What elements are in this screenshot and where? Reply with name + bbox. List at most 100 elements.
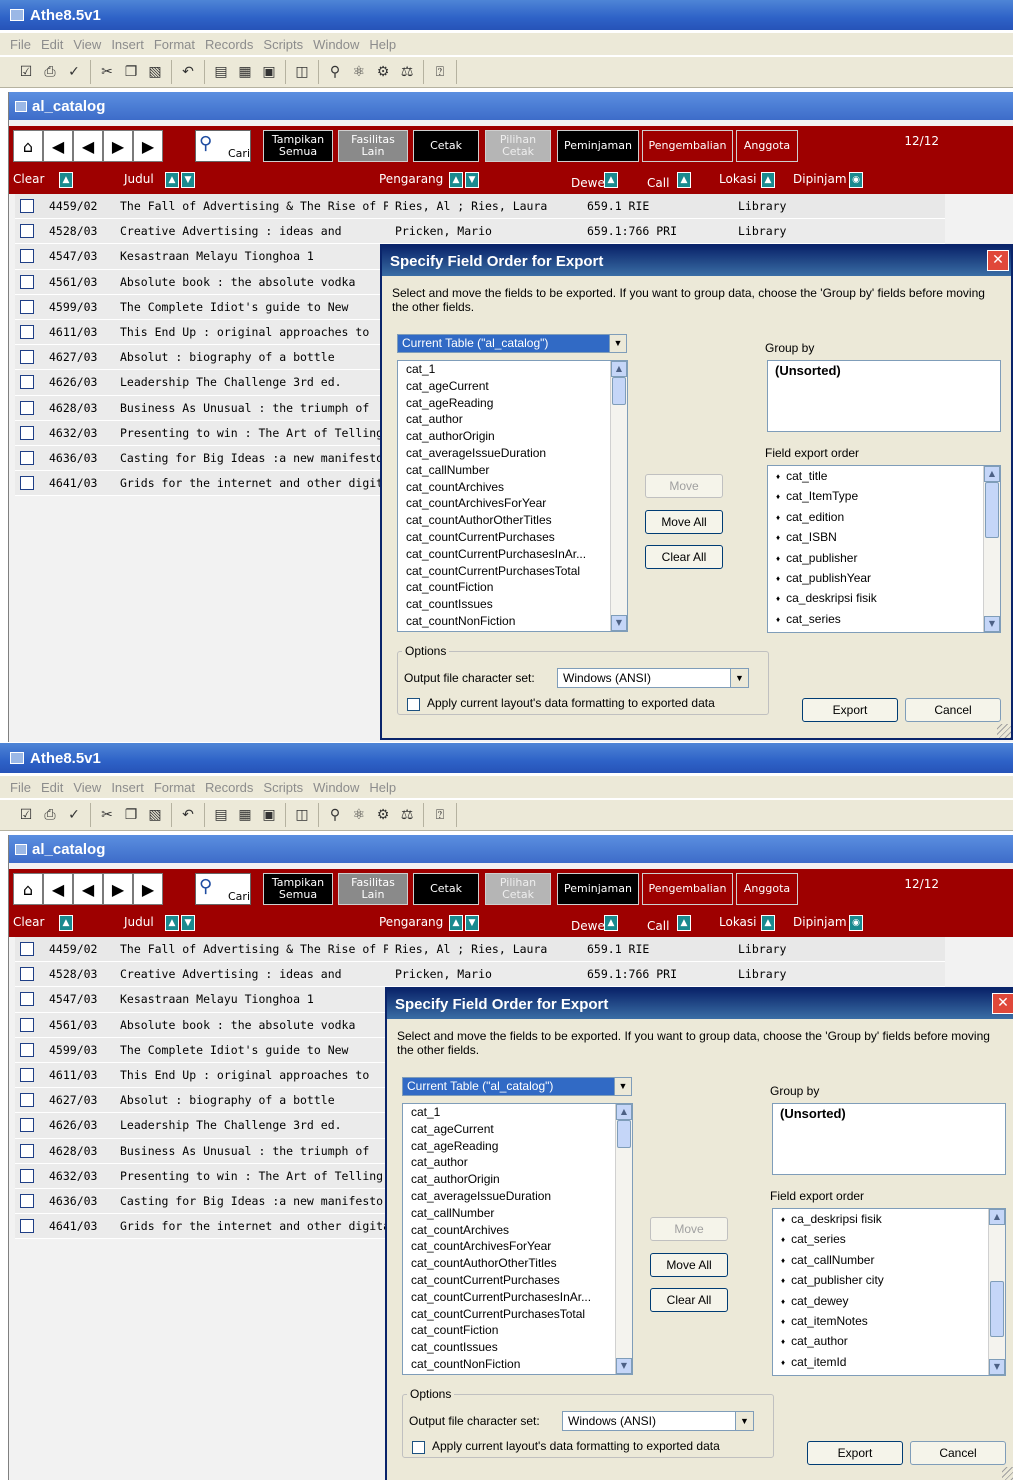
print-options-button[interactable]: Pilihan Cetak (485, 873, 551, 905)
table-row[interactable]: 4528/03 Creative Advertising : ideas and P… (15, 962, 945, 988)
scroll-up-icon[interactable]: ▲ (611, 361, 627, 377)
chevron-down-icon[interactable]: ▼ (614, 1078, 631, 1095)
delete-record-icon[interactable]: ▣ (260, 63, 278, 81)
menu-help[interactable]: Help (369, 37, 396, 52)
sort-asc-icon[interactable]: ▲ (59, 915, 73, 931)
field-list-item[interactable]: cat_countCurrentPurchasesTotal (398, 563, 610, 580)
table-select[interactable]: Current Table ("al_catalog") ▼ (397, 334, 627, 353)
row-checkbox[interactable] (20, 1118, 34, 1133)
field-list-item[interactable]: cat_countArchives (398, 479, 610, 496)
export-order-scrollbar[interactable]: ▲ ▼ (983, 466, 1000, 632)
field-list-item[interactable]: cat_countCurrentPurchasesTotal (403, 1306, 615, 1323)
row-checkbox[interactable] (20, 942, 34, 956)
apply-formatting-label[interactable]: Apply current layout's data formatting t… (427, 696, 715, 710)
row-checkbox[interactable] (20, 400, 34, 415)
borrowing-button[interactable]: Peminjaman (557, 873, 639, 905)
scroll-up-icon[interactable]: ▲ (989, 1209, 1005, 1225)
field-list-item[interactable]: cat_countArchivesForYear (403, 1238, 615, 1255)
print-icon[interactable]: ⎙ (41, 806, 59, 824)
available-fields-list[interactable]: cat_1 cat_ageCurrent cat_ageReading cat_aut… (397, 360, 628, 632)
menu-view[interactable]: View (73, 37, 101, 52)
available-fields-list[interactable]: cat_1 cat_ageCurrent cat_ageReading cat_aut… (402, 1103, 633, 1375)
last-record-icon[interactable]: ▶ (133, 130, 163, 162)
last-record-icon[interactable]: ▶ (133, 873, 163, 905)
sort-desc-icon[interactable]: ▼ (465, 915, 479, 931)
menu-insert[interactable]: Insert (111, 780, 144, 795)
export-order-item[interactable]: cat_callNumber (773, 1250, 1005, 1270)
table-row[interactable]: 4459/02 The Fall of Advertising & The Ris… (15, 194, 945, 220)
borrowing-button[interactable]: Peminjaman (557, 130, 639, 162)
row-checkbox[interactable] (20, 476, 34, 491)
export-order-item[interactable]: cat_ItemType (768, 486, 1000, 506)
export-order-item[interactable]: cat_itemNotes (773, 1311, 1005, 1331)
checkbox-icon[interactable]: ☑ (17, 63, 35, 81)
sort-asc-icon[interactable]: ▲ (59, 172, 73, 188)
undo-icon[interactable]: ↶ (179, 806, 197, 824)
move-all-button[interactable]: Move All (650, 1253, 728, 1277)
field-list-item[interactable]: cat_countIssues (403, 1339, 615, 1356)
scroll-down-icon[interactable]: ▼ (616, 1358, 632, 1374)
scroll-thumb[interactable] (985, 482, 999, 538)
row-checkbox[interactable] (20, 1219, 34, 1234)
first-record-icon[interactable]: ◀ (43, 873, 73, 905)
copy-icon[interactable]: ❐ (122, 806, 140, 824)
menu-format[interactable]: Format (154, 780, 195, 795)
paste-icon[interactable]: ▧ (146, 63, 164, 81)
sort-asc-icon[interactable]: ▲ (604, 915, 618, 931)
menu-scripts[interactable]: Scripts (263, 780, 303, 795)
sort-asc-icon[interactable]: ▲ (761, 915, 775, 931)
sort-asc-icon[interactable]: ▲ (761, 172, 775, 188)
field-list-item[interactable]: cat_countAuthorOtherTitles (403, 1255, 615, 1272)
close-icon[interactable]: ✕ (987, 250, 1009, 271)
field-list-item[interactable]: cat_averageIssueDuration (403, 1188, 615, 1205)
field-list-item[interactable]: cat_authorOrigin (398, 428, 610, 445)
duplicate-record-icon[interactable]: ▦ (236, 63, 254, 81)
menu-file[interactable]: File (10, 37, 31, 52)
other-facilities-button[interactable]: Fasilitas Lain (338, 873, 408, 905)
sort-asc-icon[interactable]: ▲ (677, 172, 691, 188)
chevron-down-icon[interactable]: ▼ (730, 669, 748, 687)
field-list-item[interactable]: cat_author (398, 411, 610, 428)
menu-file[interactable]: File (10, 780, 31, 795)
print-icon[interactable]: ⎙ (41, 63, 59, 81)
row-checkbox[interactable] (20, 199, 34, 213)
row-checkbox[interactable] (20, 375, 34, 390)
clear-all-button[interactable]: Clear All (650, 1288, 728, 1312)
field-list-item[interactable]: cat_author (403, 1154, 615, 1171)
find-icon[interactable]: ⚲ (326, 63, 344, 81)
row-checkbox[interactable] (20, 1143, 34, 1158)
group-by-list[interactable]: (Unsorted) (772, 1103, 1006, 1175)
row-checkbox[interactable] (20, 1017, 34, 1032)
scroll-thumb[interactable] (990, 1281, 1004, 1338)
sort-asc-icon[interactable]: ▲ (449, 172, 463, 188)
field-list-item[interactable]: cat_countArchivesForYear (398, 495, 610, 512)
row-checkbox[interactable] (20, 967, 34, 982)
row-checkbox[interactable] (20, 1168, 34, 1183)
help-icon[interactable]: ⍰ (431, 806, 449, 824)
export-order-item[interactable]: cat_dewey (773, 1291, 1005, 1311)
field-list-item[interactable]: cat_countCurrentPurchasesInAr... (403, 1289, 615, 1306)
members-button[interactable]: Anggota (736, 130, 798, 162)
apply-formatting-checkbox[interactable] (407, 698, 420, 711)
help-icon[interactable]: ⍰ (431, 63, 449, 81)
checkbox-icon[interactable]: ☑ (17, 806, 35, 824)
field-list-scrollbar[interactable]: ▲ ▼ (610, 361, 627, 631)
apply-formatting-label[interactable]: Apply current layout's data formatting t… (432, 1439, 720, 1453)
home-icon[interactable]: ⌂ (13, 873, 43, 905)
sort-desc-icon[interactable]: ▼ (181, 172, 195, 188)
row-checkbox[interactable] (20, 1042, 34, 1057)
charset-select[interactable]: Windows (ANSI) ▼ (562, 1411, 754, 1431)
row-checkbox[interactable] (20, 249, 34, 264)
delete-record-icon[interactable]: ▣ (260, 806, 278, 824)
next-record-icon[interactable]: ▶ (103, 130, 133, 162)
menu-scripts[interactable]: Scripts (263, 37, 303, 52)
export-order-item[interactable]: cat_publishYear (768, 568, 1000, 588)
menu-window[interactable]: Window (313, 780, 359, 795)
field-list-item[interactable]: cat_averageIssueDuration (398, 445, 610, 462)
sort-desc-icon[interactable]: ▼ (181, 915, 195, 931)
menu-help[interactable]: Help (369, 780, 396, 795)
omit-icon[interactable]: ⚙ (374, 63, 392, 81)
borrowed-filter-icon[interactable]: ◉ (849, 172, 863, 188)
export-order-list[interactable]: ca_deskripsi fisikcat_seriescat_callNumb… (772, 1208, 1006, 1376)
scroll-down-icon[interactable]: ▼ (989, 1359, 1005, 1375)
